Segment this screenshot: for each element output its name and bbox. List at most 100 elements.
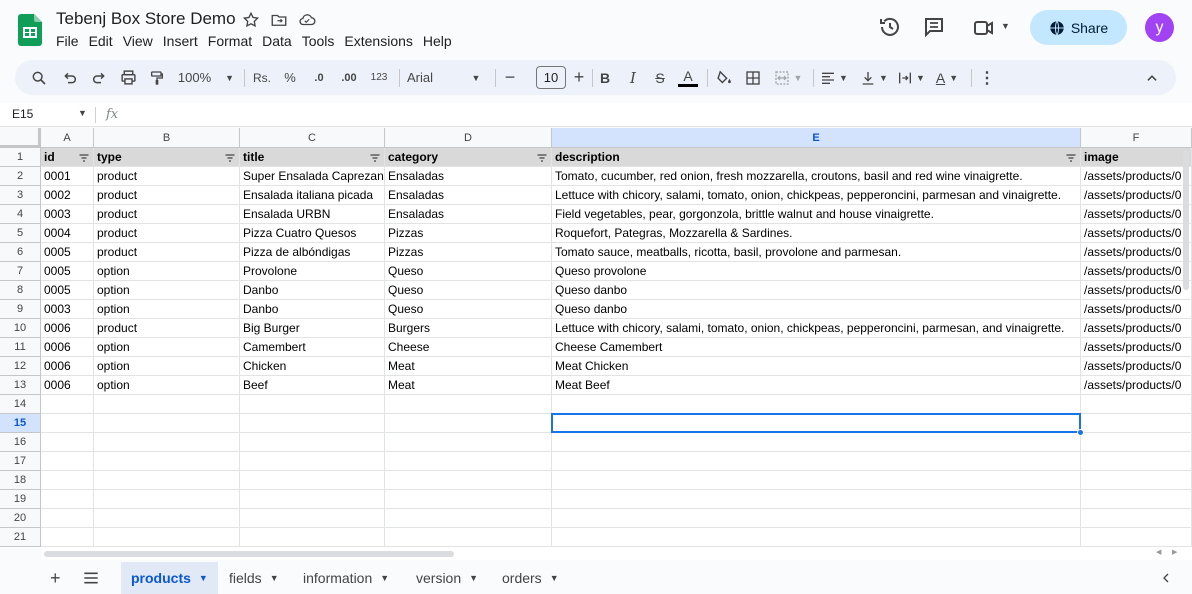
font-size-input[interactable]: 10 — [536, 66, 566, 89]
empty-cell[interactable] — [1081, 452, 1192, 471]
redo-icon[interactable] — [87, 60, 111, 95]
format-percent-button[interactable]: % — [280, 60, 300, 95]
menu-data[interactable]: Data — [262, 33, 292, 49]
table-cell[interactable]: Queso danbo — [552, 281, 1081, 300]
row-header[interactable]: 10 — [0, 319, 41, 338]
table-cell[interactable]: /assets/products/0 — [1081, 224, 1192, 243]
print-icon[interactable] — [116, 60, 140, 95]
empty-cell[interactable] — [1081, 433, 1192, 452]
table-cell[interactable]: product — [94, 205, 240, 224]
sheets-logo-icon[interactable] — [18, 14, 42, 46]
table-cell[interactable]: Ensaladas — [385, 205, 552, 224]
table-cell[interactable]: Ensalada italiana picada — [240, 186, 385, 205]
table-cell[interactable]: Lettuce with chicory, salami, tomato, on… — [552, 186, 1081, 205]
header-cell[interactable]: title — [240, 148, 385, 167]
table-cell[interactable]: /assets/products/0 — [1081, 357, 1192, 376]
menu-view[interactable]: View — [123, 33, 153, 49]
table-cell[interactable]: Provolone — [240, 262, 385, 281]
search-menus-icon[interactable] — [27, 60, 51, 95]
empty-cell[interactable] — [1081, 471, 1192, 490]
move-folder-icon[interactable] — [269, 10, 289, 30]
row-header[interactable]: 21 — [0, 528, 41, 547]
row-header[interactable]: 9 — [0, 300, 41, 319]
column-header-d[interactable]: D — [385, 128, 552, 148]
row-header[interactable]: 20 — [0, 509, 41, 528]
empty-cell[interactable] — [41, 528, 94, 547]
table-cell[interactable]: Meat — [385, 357, 552, 376]
table-cell[interactable]: 0006 — [41, 376, 94, 395]
scroll-right-arrow-icon[interactable]: ▶ — [1172, 548, 1177, 556]
empty-cell[interactable] — [94, 528, 240, 547]
empty-cell[interactable] — [385, 509, 552, 528]
table-cell[interactable]: product — [94, 319, 240, 338]
table-cell[interactable]: /assets/products/0 — [1081, 205, 1192, 224]
decrease-font-size-button[interactable]: − — [502, 60, 518, 95]
formula-input[interactable] — [130, 107, 1170, 123]
empty-cell[interactable] — [552, 528, 1081, 547]
empty-cell[interactable] — [552, 395, 1081, 414]
header-cell[interactable]: type — [94, 148, 240, 167]
row-header[interactable]: 11 — [0, 338, 41, 357]
text-rotation-icon[interactable]: A ▼ — [931, 60, 963, 95]
table-cell[interactable]: option — [94, 281, 240, 300]
table-cell[interactable]: 0006 — [41, 319, 94, 338]
zoom-select[interactable]: 100% ▼ — [175, 60, 237, 95]
all-sheets-icon[interactable] — [73, 562, 109, 594]
fill-color-icon[interactable] — [712, 60, 736, 95]
empty-cell[interactable] — [94, 490, 240, 509]
row-header[interactable]: 8 — [0, 281, 41, 300]
table-cell[interactable]: product — [94, 167, 240, 186]
header-cell[interactable]: image — [1081, 148, 1192, 167]
empty-cell[interactable] — [240, 471, 385, 490]
empty-cell[interactable] — [240, 452, 385, 471]
table-cell[interactable]: Big Burger — [240, 319, 385, 338]
column-header-e[interactable]: E — [552, 128, 1081, 148]
empty-cell[interactable] — [1081, 395, 1192, 414]
more-options-icon[interactable]: ⋮ — [977, 60, 997, 95]
row-header[interactable]: 15 — [0, 414, 41, 433]
avatar[interactable]: y — [1145, 13, 1174, 42]
table-cell[interactable]: option — [94, 357, 240, 376]
table-cell[interactable]: 0005 — [41, 281, 94, 300]
row-header[interactable]: 4 — [0, 205, 41, 224]
empty-cell[interactable] — [41, 414, 94, 433]
row-header[interactable]: 12 — [0, 357, 41, 376]
table-cell[interactable]: Field vegetables, pear, gorgonzola, brit… — [552, 205, 1081, 224]
empty-cell[interactable] — [41, 452, 94, 471]
empty-cell[interactable] — [94, 509, 240, 528]
meet-dropdown-caret-icon[interactable]: ▼ — [1001, 21, 1010, 31]
empty-cell[interactable] — [240, 528, 385, 547]
strikethrough-button[interactable]: S — [648, 60, 672, 95]
table-cell[interactable]: option — [94, 262, 240, 281]
horizontal-scrollbar[interactable]: ◀ ▶ — [41, 548, 1192, 560]
empty-cell[interactable] — [552, 471, 1081, 490]
more-formats-button[interactable]: 123 — [367, 60, 391, 95]
row-header[interactable]: 5 — [0, 224, 41, 243]
table-cell[interactable]: Queso — [385, 300, 552, 319]
table-cell[interactable]: /assets/products/0 — [1081, 262, 1192, 281]
table-cell[interactable]: Pizzas — [385, 243, 552, 262]
table-cell[interactable]: option — [94, 338, 240, 357]
table-cell[interactable]: Cheese Camembert — [552, 338, 1081, 357]
collapse-toolbar-icon[interactable] — [1141, 60, 1163, 95]
table-cell[interactable]: Meat Beef — [552, 376, 1081, 395]
empty-cell[interactable] — [385, 414, 552, 433]
menu-help[interactable]: Help — [423, 33, 452, 49]
merge-cells-icon[interactable]: ▼ — [771, 60, 805, 95]
header-cell[interactable]: description — [552, 148, 1081, 167]
table-cell[interactable]: /assets/products/0 — [1081, 243, 1192, 262]
name-box[interactable]: E15 — [12, 107, 33, 121]
vertical-scrollbar[interactable] — [1183, 150, 1189, 290]
table-cell[interactable]: /assets/products/0 — [1081, 281, 1192, 300]
row-header[interactable]: 16 — [0, 433, 41, 452]
table-cell[interactable]: Ensaladas — [385, 167, 552, 186]
filter-icon[interactable] — [536, 152, 548, 164]
table-cell[interactable]: Chicken — [240, 357, 385, 376]
table-cell[interactable]: Danbo — [240, 281, 385, 300]
empty-cell[interactable] — [1081, 490, 1192, 509]
table-cell[interactable]: Beef — [240, 376, 385, 395]
column-header-c[interactable]: C — [240, 128, 385, 148]
table-cell[interactable]: product — [94, 186, 240, 205]
table-cell[interactable]: Queso — [385, 262, 552, 281]
empty-cell[interactable] — [41, 433, 94, 452]
